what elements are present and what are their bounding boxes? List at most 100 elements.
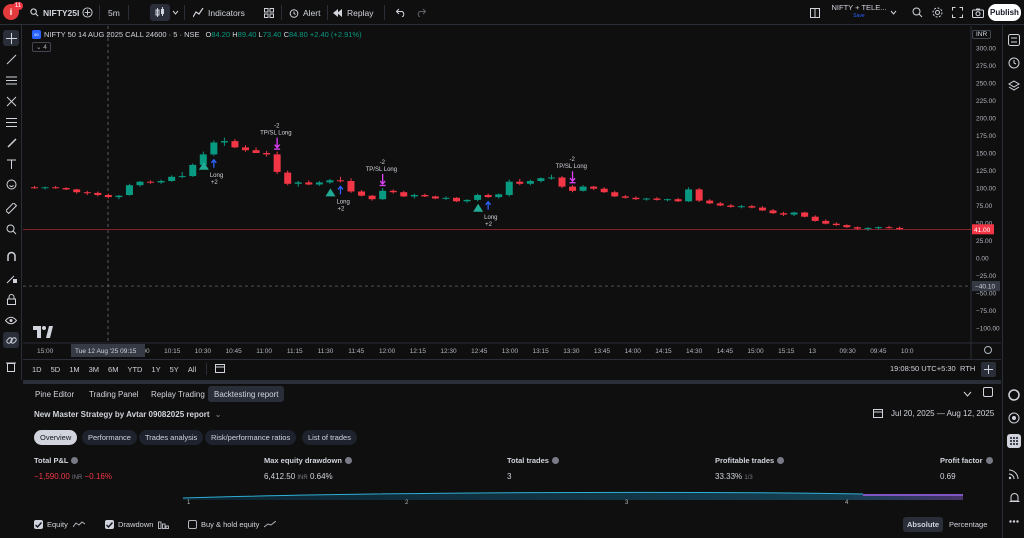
chart-fit-button[interactable] <box>981 362 996 377</box>
templates-button[interactable] <box>264 4 274 21</box>
legend-title[interactable]: NIFTY 50 14 AUG 2025 CALL 24600 · 5 · NS… <box>44 30 200 39</box>
replay-button[interactable]: Replay <box>333 4 373 21</box>
report-tab-risk-ratios[interactable]: Risk/performance ratios <box>205 430 297 445</box>
symbol-search[interactable]: NIFTY25I <box>30 4 79 21</box>
brush-tool[interactable] <box>3 135 19 151</box>
lock-drawings-tool[interactable] <box>3 291 19 307</box>
time-tick-label: 10:15 <box>164 348 181 355</box>
fullscreen-button[interactable] <box>952 4 963 21</box>
chart-type-dropdown[interactable] <box>172 4 179 21</box>
redo-button[interactable] <box>416 4 426 21</box>
layout-dropdown[interactable] <box>890 4 897 21</box>
candle <box>505 179 513 197</box>
report-date-range[interactable]: Jul 20, 2025 — Aug 12, 2025 <box>873 408 994 418</box>
tf-all[interactable]: All <box>188 365 196 374</box>
goto-date-button[interactable] <box>215 363 226 375</box>
absolute-toggle[interactable]: Absolute <box>903 517 944 532</box>
text-tool[interactable] <box>3 156 19 172</box>
sync-drawings-tool[interactable] <box>3 332 19 348</box>
horizontal-line-tool[interactable] <box>3 72 19 88</box>
pitchfork-tool[interactable] <box>3 93 19 109</box>
info-icon[interactable] <box>985 457 993 464</box>
tf-3m[interactable]: 3M <box>89 365 99 374</box>
fib-tool[interactable] <box>3 114 19 130</box>
compare-add-button[interactable] <box>82 4 93 21</box>
layers-button[interactable] <box>1007 79 1021 93</box>
info-icon[interactable] <box>71 457 79 464</box>
session-toggle[interactable]: RTH <box>960 364 975 373</box>
apps-button[interactable] <box>1007 434 1021 448</box>
watchlist-button[interactable] <box>1007 33 1021 47</box>
help-button[interactable] <box>1007 388 1021 402</box>
pnl-value: −1,590.00 <box>34 472 70 481</box>
tf-6m[interactable]: 6M <box>108 365 118 374</box>
crosshair-tool[interactable] <box>3 30 19 46</box>
tf-5d[interactable]: 5D <box>51 365 61 374</box>
indicators-collapse-toggle[interactable]: ⌄ 4 <box>32 42 51 52</box>
tf-1y[interactable]: 1Y <box>151 365 160 374</box>
panel-maximize-button[interactable] <box>983 387 993 399</box>
notifications-button[interactable] <box>1007 491 1021 505</box>
alerts-panel-button[interactable] <box>1007 56 1021 70</box>
info-icon[interactable] <box>777 457 785 464</box>
tf-5y[interactable]: 5Y <box>170 365 179 374</box>
report-tab-trades-analysis[interactable]: Trades analysis <box>139 430 204 445</box>
zoom-tool[interactable] <box>3 221 19 237</box>
top-toolbar: i 11 NIFTY25I 5m Indicators Alert Replay <box>0 0 1024 25</box>
report-tab-list-of-trades[interactable]: List of trades <box>302 430 357 445</box>
report-tab-performance[interactable]: Performance <box>82 430 137 445</box>
target-icon <box>1008 412 1020 424</box>
candle <box>273 151 281 174</box>
tf-1d[interactable]: 1D <box>32 365 42 374</box>
report-tab-overview[interactable]: Overview <box>34 430 78 445</box>
candle-body <box>801 212 809 217</box>
checkbox-unchecked[interactable] <box>188 520 197 529</box>
hide-drawings-tool[interactable] <box>3 312 19 328</box>
checkbox-checked[interactable] <box>34 520 43 529</box>
candle <box>453 197 460 202</box>
undo-button[interactable] <box>396 4 406 21</box>
clock-timezone[interactable]: 19:08:50 UTC+5:30 <box>890 364 956 373</box>
info-icon[interactable] <box>344 457 352 464</box>
equity-toggle[interactable]: Equity <box>34 520 85 529</box>
candle <box>558 176 566 188</box>
report-title[interactable]: New Master Strategy by Avtar 09082025 re… <box>34 410 221 419</box>
panel-collapse-button[interactable] <box>963 389 972 399</box>
stay-in-drawing-tool[interactable] <box>3 270 19 286</box>
layout-grid-button[interactable] <box>810 4 820 21</box>
magnet-tool[interactable] <box>3 248 19 264</box>
broadcast-button[interactable] <box>1007 467 1021 481</box>
chart-pane[interactable]: 300.00 275.00 250.00 225.00 200.00 175.00 150.… <box>23 26 1001 359</box>
quick-search-button[interactable] <box>912 4 923 21</box>
drawdown-toggle[interactable]: Drawdown <box>105 520 170 529</box>
chart-type-button[interactable] <box>150 4 170 21</box>
tab-pine-editor[interactable]: Pine Editor <box>29 386 80 402</box>
publish-button[interactable]: Publish <box>988 4 1021 21</box>
tf-1m[interactable]: 1M <box>69 365 79 374</box>
remove-drawings-tool[interactable] <box>3 358 19 374</box>
exit-signal-label: TP/SL Long <box>366 167 397 173</box>
emoji-tool[interactable] <box>3 176 19 192</box>
alert-button[interactable]: Alert <box>289 4 320 21</box>
percentage-toggle[interactable]: Percentage <box>949 517 987 532</box>
interval-button[interactable]: 5m <box>108 4 120 21</box>
currency-selector[interactable]: INR <box>972 30 992 39</box>
dd-pct: 0.64% <box>309 472 333 481</box>
indicators-button[interactable]: Indicators <box>193 4 245 21</box>
chevron-down-icon <box>890 10 897 15</box>
price-chart[interactable]: 300.00 275.00 250.00 225.00 200.00 175.00 150.… <box>23 26 1001 359</box>
tf-ytd[interactable]: YTD <box>127 365 142 374</box>
info-icon[interactable] <box>551 457 559 464</box>
target-button[interactable] <box>1007 411 1021 425</box>
buy-hold-toggle[interactable]: Buy & hold equity <box>188 520 277 529</box>
measure-tool[interactable] <box>3 200 19 216</box>
tab-replay-trading[interactable]: Replay Trading <box>145 386 211 402</box>
layout-name[interactable]: NIFTY + TELE... Save <box>828 3 890 21</box>
snapshot-button[interactable] <box>972 4 984 21</box>
settings-button[interactable] <box>932 4 943 21</box>
trendline-tool[interactable] <box>3 51 19 67</box>
tab-trading-panel[interactable]: Trading Panel <box>83 386 145 402</box>
checkbox-checked[interactable] <box>105 520 114 529</box>
tab-backtesting-report[interactable]: Backtesting report <box>208 386 285 402</box>
more-options-button[interactable] <box>1007 514 1021 528</box>
